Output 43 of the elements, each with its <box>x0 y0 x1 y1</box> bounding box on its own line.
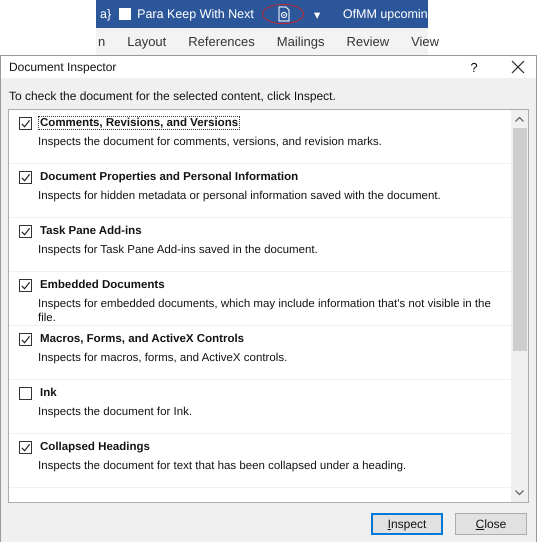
checkbox[interactable] <box>119 8 132 20</box>
item-title[interactable]: Macros, Forms, and ActiveX Controls <box>38 332 246 346</box>
item-description: Inspects for Task Pane Add-ins saved in the document. <box>38 243 319 257</box>
item-description: Inspects for embedded documents, which may include information that's not visible in the file. <box>38 297 492 325</box>
item-title[interactable]: Document Properties and Personal Information <box>38 170 300 184</box>
item-description: Inspects for macros, forms, and ActiveX controls. <box>38 351 288 365</box>
help-button[interactable]: ? <box>462 60 486 74</box>
ribbon-tab[interactable]: Layout <box>127 34 166 49</box>
instruction-text: To check the document for the selected content, click Inspect. <box>9 89 336 103</box>
scroll-up-icon[interactable] <box>515 116 524 122</box>
checkbox[interactable] <box>19 440 32 454</box>
document-inspect-icon[interactable] <box>278 6 290 22</box>
ribbon-tab[interactable]: References <box>188 34 255 49</box>
checkbox[interactable] <box>19 116 32 130</box>
customize-dropdown[interactable]: ▾ <box>314 6 321 22</box>
document-title: OfMM upcomin <box>342 7 428 21</box>
scroll-down-icon[interactable] <box>515 490 524 496</box>
toolbar-text: a} <box>100 7 112 21</box>
item-description: Inspects the document for Ink. <box>38 405 194 419</box>
item-title[interactable]: Ink <box>38 386 59 400</box>
ribbon-tab[interactable]: Review <box>346 34 390 49</box>
item-title[interactable]: Embedded Documents <box>38 278 167 292</box>
scrollbar-thumb[interactable] <box>512 128 526 351</box>
dialog-button[interactable]: Close <box>455 513 527 535</box>
item-description: Inspects the document for comments, versions, and revision marks. <box>38 135 383 149</box>
item-title[interactable]: Collapsed Headings <box>38 440 152 454</box>
checkbox[interactable] <box>19 332 32 346</box>
dialog-button[interactable]: Inspect <box>371 513 443 535</box>
ribbon-tab[interactable]: View <box>411 34 440 49</box>
item-title[interactable]: Task Pane Add-ins <box>38 224 144 238</box>
ribbon-tab[interactable]: n <box>98 34 106 49</box>
item-description: Inspects for hidden metadata or personal information saved with the document. <box>38 189 442 203</box>
dialog-title: Document Inspector <box>9 60 118 74</box>
checkbox[interactable] <box>19 386 32 400</box>
item-title[interactable]: Comments, Revisions, and Versions <box>38 116 240 130</box>
checkbox[interactable] <box>19 224 32 238</box>
ribbon-tab[interactable]: Mailings <box>276 34 324 49</box>
checkbox[interactable] <box>19 278 32 292</box>
item-description: Inspects the document for text that has been collapsed under a heading. <box>38 459 408 473</box>
close-icon[interactable] <box>510 59 526 75</box>
checkbox[interactable] <box>19 170 32 184</box>
checkbox-label: Para Keep With Next <box>137 7 254 21</box>
scrollbar[interactable] <box>511 110 528 502</box>
